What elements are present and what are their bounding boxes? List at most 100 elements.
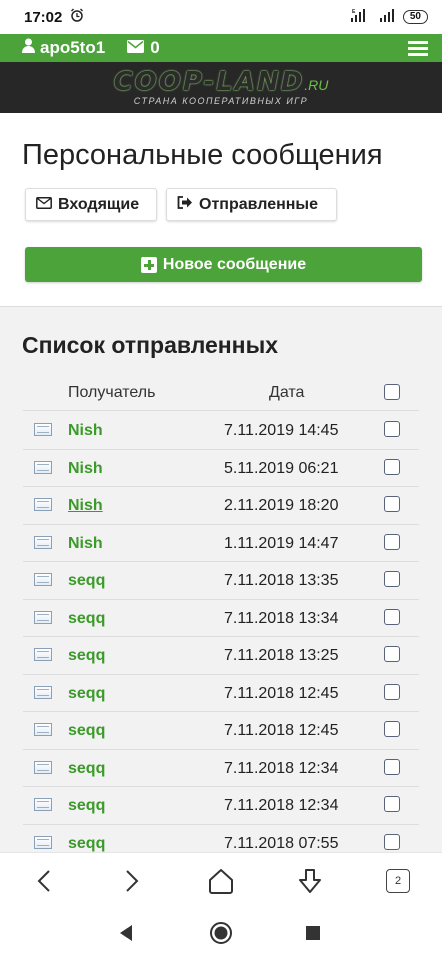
status-time: 17:02 (24, 8, 63, 26)
message-icon (34, 573, 52, 586)
row-checkbox[interactable] (384, 496, 400, 512)
inbox-label: Входящие (58, 195, 140, 213)
table-row[interactable]: seqq 7.11.2018 07:55 (23, 825, 419, 853)
tabs-icon[interactable]: 2 (380, 863, 416, 899)
message-date: 7.11.2018 13:35 (224, 572, 339, 589)
table-header: Получатель Дата (23, 375, 419, 411)
hamburger-menu-icon[interactable] (408, 40, 428, 56)
nav-back-icon[interactable] (118, 924, 134, 947)
row-checkbox[interactable] (384, 833, 400, 850)
table-row[interactable]: seqq 7.11.2018 12:45 (23, 712, 419, 750)
recipient-link[interactable]: seqq (68, 797, 105, 815)
inbox-button[interactable]: Входящие (25, 188, 157, 221)
user-link[interactable]: apo5to1 (22, 38, 105, 58)
recipient-link[interactable]: seqq (68, 760, 105, 778)
recipient-link[interactable]: Nish (68, 535, 103, 553)
message-rows: Nish 7.11.2019 14:45 Nish 5.11.2019 06:21 … (23, 412, 419, 852)
logo-main: COOP-LAND (113, 67, 305, 97)
signal-icon: E (349, 8, 373, 26)
nav-recents-icon[interactable] (305, 925, 321, 946)
message-date: 7.11.2018 12:34 (224, 759, 339, 777)
message-date: 7.11.2018 07:55 (224, 834, 339, 852)
row-checkbox[interactable] (384, 608, 400, 625)
mail-count: 0 (150, 38, 160, 57)
network-type: E (352, 9, 356, 15)
message-icon (34, 498, 52, 511)
table-row[interactable]: Nish 5.11.2019 06:21 (23, 450, 419, 487)
table-row[interactable]: Nish 7.11.2019 14:45 (23, 412, 419, 450)
logo-tagline: СТРАНА КООПЕРАТИВНЫХ ИГР (133, 96, 309, 106)
signal-icon-2 (379, 8, 397, 26)
home-icon[interactable] (203, 863, 239, 899)
download-icon[interactable] (292, 863, 328, 899)
forward-icon[interactable] (114, 863, 150, 899)
status-right: E 50 (349, 8, 428, 26)
recipient-link[interactable]: seqq (68, 610, 105, 628)
table-row[interactable]: seqq 7.11.2018 13:25 (23, 637, 419, 675)
message-icon (34, 610, 52, 624)
sent-label: Отправленные (199, 195, 318, 213)
message-date: 7.11.2018 12:45 (224, 722, 339, 739)
recipient-link[interactable]: seqq (68, 647, 105, 665)
message-icon (34, 760, 52, 774)
table-row[interactable]: seqq 7.11.2018 12:34 (23, 750, 419, 787)
message-icon (34, 648, 52, 661)
user-icon (22, 38, 35, 58)
table-row[interactable]: Nish 1.11.2019 14:47 (23, 525, 419, 562)
row-checkbox[interactable] (384, 421, 400, 437)
row-checkbox[interactable] (384, 683, 400, 700)
message-date: 7.11.2018 12:34 (224, 797, 339, 814)
list-title: Список отправленных (22, 332, 279, 358)
message-date: 7.11.2019 14:45 (224, 422, 339, 439)
mail-link[interactable]: 0 (127, 38, 160, 58)
table-row[interactable]: seqq 7.11.2018 12:45 (23, 675, 419, 712)
header-recipient: Получатель (68, 383, 156, 401)
battery-indicator: 50 (402, 10, 428, 24)
row-checkbox[interactable] (384, 533, 400, 550)
recipient-link[interactable]: seqq (68, 685, 105, 703)
row-checkbox[interactable] (384, 796, 400, 812)
username: apo5to1 (40, 38, 106, 57)
recipient-link[interactable]: Nish (68, 422, 103, 440)
system-navigation (0, 908, 442, 960)
envelope-outline-icon (36, 196, 52, 214)
message-date: 2.11.2019 18:20 (224, 497, 339, 514)
status-bar: 17:02 E 50 (0, 0, 442, 34)
messages-panel: Персональные сообщения Входящие Отправле… (0, 113, 442, 307)
back-icon[interactable] (26, 863, 62, 899)
tab-count: 2 (386, 869, 410, 893)
site-logo[interactable]: COOP-LAND.RU СТРАНА КООПЕРАТИВНЫХ ИГР (0, 62, 442, 113)
row-checkbox[interactable] (384, 758, 400, 775)
message-date: 5.11.2019 06:21 (224, 459, 339, 477)
browser-toolbar: 2 (0, 852, 442, 908)
table-row[interactable]: seqq 7.11.2018 12:34 (23, 787, 419, 825)
header-date: Дата (269, 383, 305, 401)
message-icon (34, 423, 52, 436)
select-all-checkbox[interactable] (384, 384, 400, 400)
site-topbar: apo5to1 0 (0, 34, 442, 62)
row-checkbox[interactable] (384, 571, 400, 587)
recipient-link[interactable]: seqq (68, 835, 105, 853)
message-icon (34, 460, 52, 474)
table-row[interactable]: seqq 7.11.2018 13:35 (23, 562, 419, 600)
message-date: 1.11.2019 14:47 (224, 534, 339, 552)
table-row[interactable]: Nish 2.11.2019 18:20 (23, 487, 419, 525)
message-icon (34, 535, 52, 549)
recipient-link[interactable]: Nish (68, 460, 103, 478)
message-icon (34, 835, 52, 849)
table-row[interactable]: seqq 7.11.2018 13:34 (23, 600, 419, 637)
recipient-link[interactable]: Nish (68, 497, 103, 515)
recipient-link[interactable]: seqq (68, 572, 105, 590)
recipient-link[interactable]: seqq (68, 722, 105, 740)
row-checkbox[interactable] (384, 646, 400, 662)
nav-home-icon[interactable] (209, 921, 233, 950)
row-checkbox[interactable] (384, 721, 400, 737)
new-message-button[interactable]: Новое сообщение (25, 247, 422, 282)
message-date: 7.11.2018 12:45 (224, 684, 339, 702)
message-date: 7.11.2018 13:25 (224, 647, 339, 664)
message-date: 7.11.2018 13:34 (224, 609, 339, 627)
row-checkbox[interactable] (384, 458, 400, 475)
sent-button[interactable]: Отправленные (166, 188, 337, 221)
sent-list-section: Список отправленных Получатель Дата Nish… (0, 307, 442, 852)
envelope-icon (127, 38, 145, 58)
